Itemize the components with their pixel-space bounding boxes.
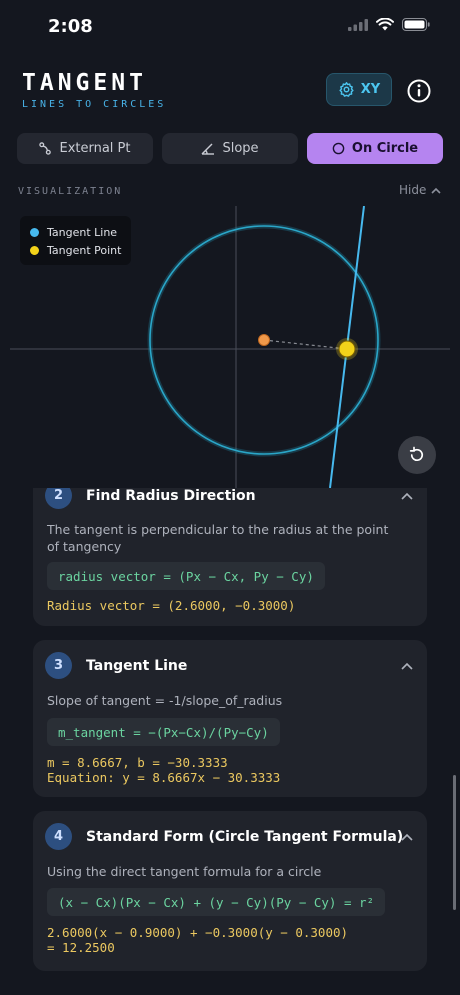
tab-label: Slope xyxy=(222,141,259,156)
visualization-canvas[interactable]: Tangent Line Tangent Point xyxy=(10,206,450,488)
circle-icon xyxy=(332,142,345,155)
wifi-icon xyxy=(376,18,394,31)
chevron-up-icon[interactable] xyxy=(401,833,413,841)
step-formula: m_tangent = −(Px−Cx)/(Py−Cy) xyxy=(47,718,280,746)
legend: Tangent Line Tangent Point xyxy=(20,216,132,265)
step-result: 2.6000(x − 0.9000) + −0.3000(y − 0.3000)… xyxy=(47,925,349,955)
status-time: 2:08 xyxy=(48,16,93,37)
mode-tabs: External Pt Slope On Circle xyxy=(17,133,443,164)
signal-icon xyxy=(348,18,368,31)
step-number: 2 xyxy=(45,488,72,509)
step-title: Tangent Line xyxy=(86,657,188,674)
step-formula: (x − Cx)(Px − Cx) + (y − Cy)(Py − Cy) = … xyxy=(47,888,386,916)
legend-label: Tangent Line xyxy=(47,225,118,239)
step-header[interactable]: 4 Standard Form (Circle Tangent Formula) xyxy=(45,823,403,850)
chevron-up-icon xyxy=(431,187,441,194)
settings-xy-button[interactable]: XY xyxy=(326,73,392,106)
tab-slope[interactable]: Slope xyxy=(162,133,298,164)
legend-dot xyxy=(30,245,39,255)
gear-icon xyxy=(339,82,354,97)
battery-icon xyxy=(402,18,430,31)
legend-dot xyxy=(30,227,39,237)
step-header[interactable]: 2 Find Radius Direction xyxy=(45,488,256,509)
legend-label: Tangent Point xyxy=(47,243,122,257)
external-point-icon xyxy=(39,142,52,155)
app-subtitle: LINES TO CIRCLES xyxy=(22,99,167,110)
info-icon xyxy=(407,79,431,103)
slope-angle-icon xyxy=(201,143,215,155)
legend-item: Tangent Point xyxy=(30,241,121,259)
scrollbar[interactable] xyxy=(453,775,456,910)
hide-visualization-button[interactable]: Hide xyxy=(399,183,441,197)
step-number: 3 xyxy=(45,652,72,679)
tab-label: On Circle xyxy=(351,141,419,156)
xy-label: XY xyxy=(360,82,381,97)
visualization-label: VISUALIZATION xyxy=(18,186,123,197)
tab-label: External Pt xyxy=(59,141,131,156)
status-icons xyxy=(348,18,430,31)
step-card: 3 Tangent Line Slope of tangent = -1/slo… xyxy=(33,640,427,797)
step-description: Slope of tangent = -1/slope_of_radius xyxy=(47,693,283,708)
hide-label: Hide xyxy=(399,183,427,197)
step-result: Radius vector = (2.6000, −0.3000) xyxy=(47,598,296,613)
step-description: The tangent is perpendicular to the radi… xyxy=(47,522,389,554)
step-number: 4 xyxy=(45,823,72,850)
tab-on-circle[interactable]: On Circle xyxy=(307,133,443,164)
info-button[interactable] xyxy=(406,78,432,104)
step-result: m = 8.6667, b = −30.3333 Equation: y = 8… xyxy=(47,755,281,785)
chevron-up-icon[interactable] xyxy=(401,492,413,500)
steps-list[interactable]: 2 Find Radius Direction The tangent is p… xyxy=(0,488,460,995)
legend-item: Tangent Line xyxy=(30,223,121,241)
app-title: TANGENT xyxy=(22,70,147,96)
radius-line xyxy=(263,339,348,350)
step-title: Find Radius Direction xyxy=(86,488,256,504)
step-header[interactable]: 3 Tangent Line xyxy=(45,652,187,679)
tangent-point xyxy=(338,340,356,358)
step-title: Standard Form (Circle Tangent Formula) xyxy=(86,828,404,845)
status-bar: 2:08 xyxy=(0,0,460,54)
chevron-up-icon[interactable] xyxy=(401,662,413,670)
rotate-left-icon xyxy=(409,446,424,461)
step-card: 2 Find Radius Direction The tangent is p… xyxy=(33,488,427,626)
step-card: 4 Standard Form (Circle Tangent Formula)… xyxy=(33,811,427,971)
center-point xyxy=(258,334,270,346)
step-formula: radius vector = (Px − Cx, Py − Cy) xyxy=(47,562,325,590)
step-description: Using the direct tangent formula for a c… xyxy=(47,864,322,879)
tab-external-point[interactable]: External Pt xyxy=(17,133,153,164)
reset-view-button[interactable] xyxy=(398,436,436,474)
